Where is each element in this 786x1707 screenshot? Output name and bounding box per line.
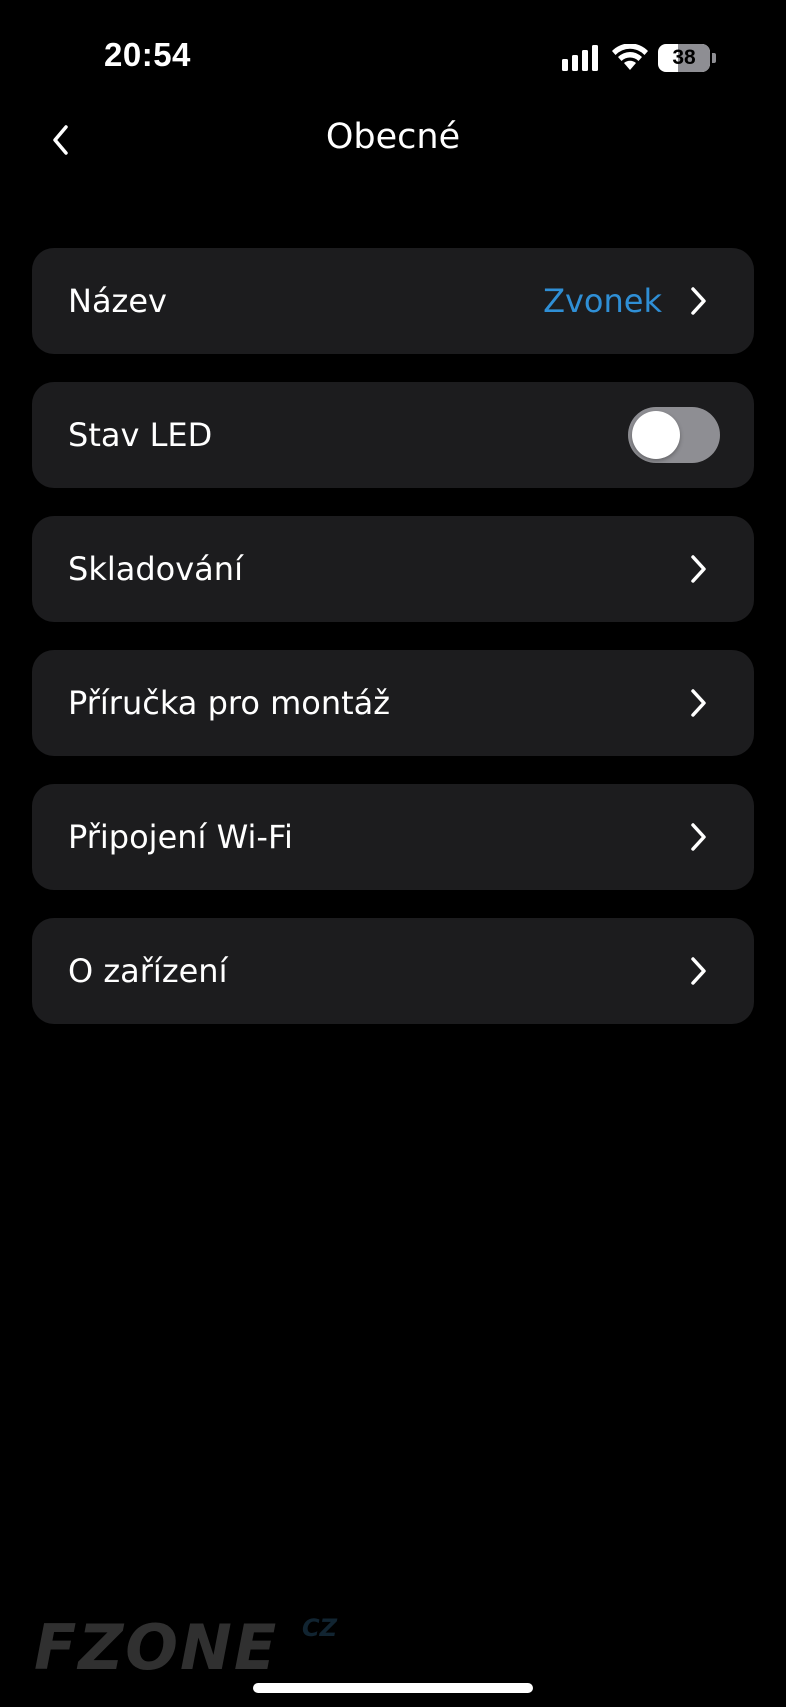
chevron-right-icon bbox=[691, 689, 706, 717]
row-label-wifi: Připojení Wi-Fi bbox=[68, 818, 293, 856]
row-value-name: Zvonek bbox=[543, 282, 662, 320]
watermark-text: FZONE bbox=[34, 1611, 279, 1684]
row-label-install-guide: Příručka pro montáž bbox=[68, 684, 391, 722]
status-bar: 20:54 38 bbox=[0, 0, 786, 110]
chevron-right-icon bbox=[691, 287, 706, 315]
toggle-knob bbox=[632, 411, 680, 459]
settings-row-storage[interactable]: Skladování bbox=[32, 516, 754, 622]
status-time: 20:54 bbox=[104, 36, 191, 73]
chevron-right-icon bbox=[691, 957, 706, 985]
settings-list: Název Zvonek Stav LED Skladování Příručk… bbox=[32, 248, 754, 1052]
chevron-right-icon bbox=[691, 823, 706, 851]
row-label-storage: Skladování bbox=[68, 550, 243, 588]
settings-row-led: Stav LED bbox=[32, 382, 754, 488]
battery-nub bbox=[712, 53, 716, 63]
status-icons: 38 bbox=[562, 40, 716, 76]
battery-level: 38 bbox=[672, 46, 696, 69]
settings-row-wifi[interactable]: Připojení Wi-Fi bbox=[32, 784, 754, 890]
watermark-logo: FZONE CZ bbox=[34, 1614, 337, 1679]
row-label-name: Název bbox=[68, 282, 167, 320]
watermark-superscript: CZ bbox=[302, 1614, 338, 1642]
settings-row-about[interactable]: O zařízení bbox=[32, 918, 754, 1024]
row-label-led: Stav LED bbox=[68, 416, 213, 454]
nav-header: Obecné bbox=[0, 105, 786, 175]
settings-row-install-guide[interactable]: Příručka pro montáž bbox=[32, 650, 754, 756]
home-indicator[interactable] bbox=[253, 1683, 533, 1693]
wifi-icon bbox=[612, 44, 648, 70]
led-toggle[interactable] bbox=[628, 407, 720, 463]
row-label-about: O zařízení bbox=[68, 952, 228, 990]
cellular-signal-icon bbox=[562, 45, 598, 71]
settings-row-name[interactable]: Název Zvonek bbox=[32, 248, 754, 354]
page-title: Obecné bbox=[325, 117, 461, 157]
chevron-right-icon bbox=[691, 555, 706, 583]
battery-icon: 38 bbox=[658, 44, 710, 72]
